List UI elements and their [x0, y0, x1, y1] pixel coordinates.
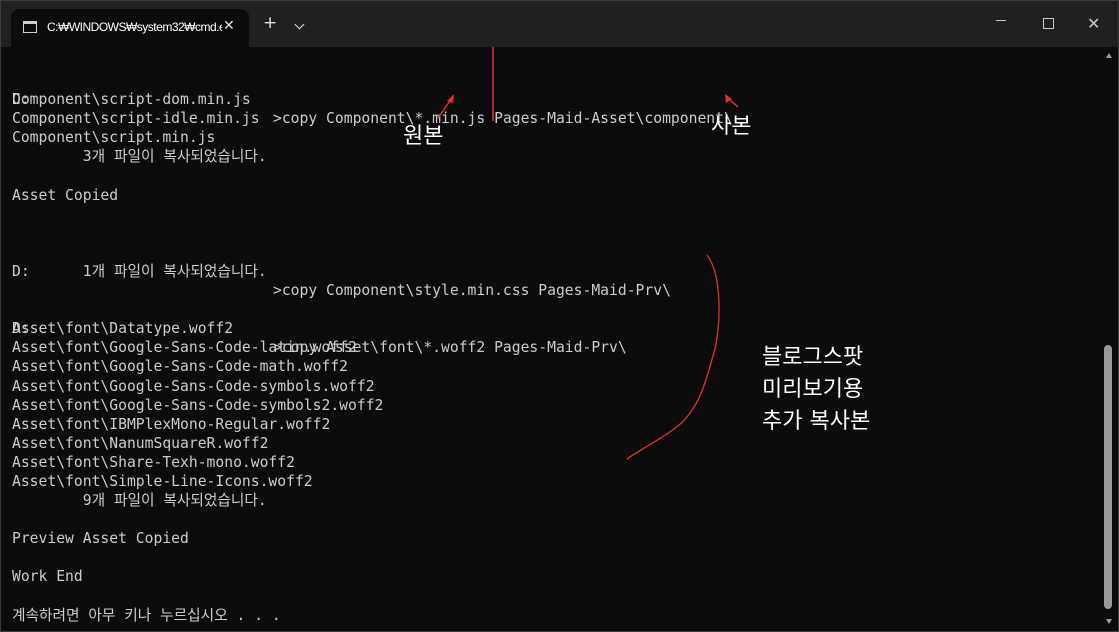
- title-bar: C:₩WINDOWS₩system32₩cmd.exe ✕ + ✕: [1, 1, 1118, 47]
- prompt-line: D: >copy Asset\font\*.woff2 Pages-Maid-P…: [12, 300, 1092, 356]
- output-line: 3개 파일이 복사되었습니다.: [12, 148, 267, 166]
- scroll-thumb[interactable]: [1104, 345, 1112, 609]
- prompt-line: D: >copy Component\style.min.css Pages-M…: [12, 243, 1092, 299]
- output-line: Component\script-idle.min.js: [12, 110, 260, 128]
- terminal-icon: [23, 21, 37, 33]
- output-line: Asset\font\Simple-Line-Icons.woff2: [12, 472, 313, 490]
- close-icon[interactable]: ✕: [1087, 14, 1100, 33]
- blog-note-label: 블로그스팟 미리보기용 추가 복사본: [762, 345, 871, 434]
- copy-label: 사본: [711, 114, 752, 139]
- output-line: Component\script-dom.min.js: [12, 91, 251, 109]
- output-line: 1개 파일이 복사되었습니다.: [12, 262, 267, 280]
- output-line: Preview Asset Copied: [12, 530, 189, 548]
- chevron-down-icon[interactable]: [294, 19, 305, 30]
- output-line: Component\script.min.js: [12, 129, 216, 147]
- tab-close-icon[interactable]: ✕: [223, 18, 235, 34]
- output-line: Asset\font\Google-Sans-Code-symbols2.wof…: [12, 396, 384, 414]
- maximize-icon[interactable]: [1043, 18, 1054, 29]
- tab-cmd[interactable]: C:₩WINDOWS₩system32₩cmd.exe ✕: [11, 9, 249, 47]
- output-line: Work End: [12, 568, 83, 586]
- scroll-down-arrow-icon[interactable]: [1106, 619, 1112, 624]
- output-line: Asset\font\Google-Sans-Code-latin.woff2: [12, 339, 357, 357]
- output-line: Asset\font\Google-Sans-Code-symbols.woff…: [12, 377, 375, 395]
- scroll-up-arrow-icon[interactable]: [1106, 53, 1112, 58]
- original-label: 원본: [403, 124, 444, 149]
- press-key-line: 계속하려면 아무 키나 누르십시오 . . .: [12, 606, 281, 624]
- output-line: Asset\font\Datatype.woff2: [12, 320, 234, 338]
- scrollbar[interactable]: [1101, 47, 1117, 631]
- output-line: Asset\font\IBMPlexMono-Regular.woff2: [12, 415, 331, 433]
- output-line: Asset Copied: [12, 186, 119, 204]
- output-line: Asset\font\Share-Texh-mono.woff2: [12, 453, 295, 471]
- terminal-window: C:₩WINDOWS₩system32₩cmd.exe ✕ + ✕ D: >co…: [0, 0, 1119, 632]
- tab-title: C:₩WINDOWS₩system32₩cmd.exe: [47, 20, 222, 34]
- output-line: Asset\font\Google-Sans-Code-math.woff2: [12, 358, 349, 376]
- plus-icon[interactable]: +: [263, 15, 277, 32]
- output-line: 9개 파일이 복사되었습니다.: [12, 492, 267, 510]
- terminal-output[interactable]: D: >copy Component\*.min.js Pages-Maid-A…: [12, 71, 1092, 631]
- prompt-line: D: >copy Component\*.min.js Pages-Maid-A…: [12, 71, 1092, 127]
- minimize-icon[interactable]: [996, 20, 1006, 21]
- output-line: Asset\font\NanumSquareR.woff2: [12, 434, 269, 452]
